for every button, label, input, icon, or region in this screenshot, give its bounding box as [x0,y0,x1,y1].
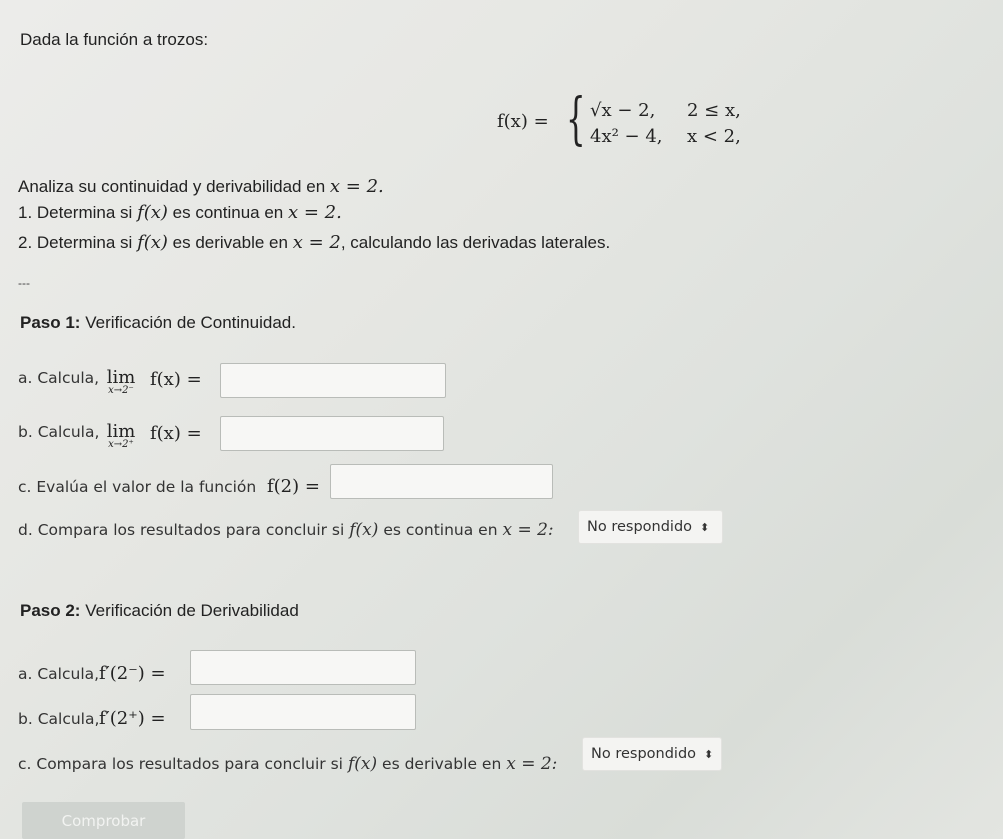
step2-b-answer-input[interactable] [190,694,416,730]
check-button[interactable]: Comprobar [22,802,185,839]
intro-text: Dada la función a trozos: [20,30,209,49]
step1-c-label: c. Evalúa el valor de la función [18,478,257,496]
step2-heading: Paso 2: Verificación de Derivabilidad [20,601,299,620]
separator: --- [18,276,30,290]
function-lhs: f(x) = [497,111,549,132]
item-1: 1. Determina si f(x) es continua en x = … [18,202,342,223]
step2-a-expr: f′(2⁻) = [99,663,166,684]
left-brace-icon: { [566,87,586,152]
item-2: 2. Determina si f(x) es derivable en x =… [18,232,611,253]
step1-c-answer-input[interactable] [330,464,553,499]
task-text: Analiza su continuidad y derivabilidad e… [18,176,384,197]
step1-b-label: b. Calcula, [18,423,100,441]
step1-b-answer-input[interactable] [220,416,444,451]
step1-a-answer-input[interactable] [220,363,446,398]
updown-arrow-icon: ⬍ [704,747,714,761]
step1-d-select[interactable]: No respondido ⬍ [578,510,723,544]
step1-heading: Paso 1: Verificación de Continuidad. [20,313,296,332]
updown-arrow-icon: ⬍ [700,520,710,534]
case1-expression: √x − 2, [590,100,656,121]
step2-c-select[interactable]: No respondido ⬍ [582,737,722,771]
step2-a-answer-input[interactable] [190,650,416,685]
case2-expression: 4x² − 4, [590,126,663,147]
step1-b-expr: f(x) = [150,423,202,444]
step1-a-limit: lim x→2⁻ [106,367,136,396]
step1-b-limit: lim x→2⁺ [106,421,136,450]
step2-b-label: b. Calcula, [18,710,100,728]
step1-d-label: d. Compara los resultados para concluir … [18,520,554,540]
case1-condition: 2 ≤ x, [687,100,741,121]
case2-condition: x < 2, [687,126,741,147]
step1-c-expr: f(2) = [267,476,320,497]
step2-a-label: a. Calcula, [18,665,100,683]
step2-c-label: c. Compara los resultados para concluir … [18,754,558,774]
step1-a-label: a. Calcula, [18,369,100,387]
step1-a-expr: f(x) = [150,369,202,390]
step2-b-expr: f′(2⁺) = [99,708,166,729]
